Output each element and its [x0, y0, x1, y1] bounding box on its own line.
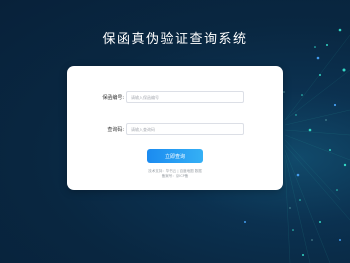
query-code-row: 查询码: — [67, 123, 244, 135]
guarantee-no-row: 保函编号: — [67, 91, 244, 103]
guarantee-no-label: 保函编号: — [102, 94, 124, 101]
submit-query-button[interactable]: 立即查询 — [147, 149, 203, 163]
query-code-input[interactable] — [126, 123, 244, 135]
guarantee-no-input[interactable] — [126, 91, 244, 103]
query-form-card: 保函编号: 查询码: 立即查询 技术支持：华书云 | 百度地图 数据 备案号：京… — [67, 66, 283, 190]
page-title: 保函真伪验证查询系统 — [102, 32, 248, 47]
query-code-label: 查询码: — [107, 126, 124, 133]
footer-record-text: 备案号：京ICP备 — [161, 174, 189, 178]
